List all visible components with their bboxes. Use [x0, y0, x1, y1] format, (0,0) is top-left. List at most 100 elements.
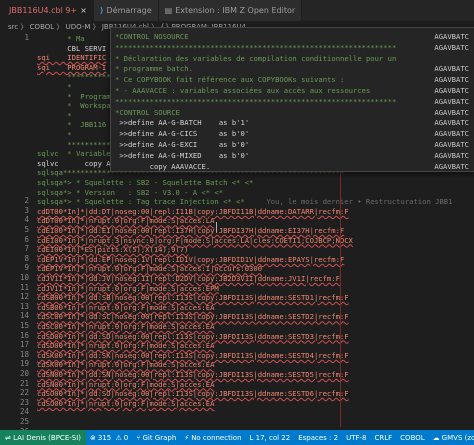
status-bar: ⇌ LAI Denis (BPCE-SI) ⊗ 315 ⚠ 0 ⑂ Git Gr… [0, 430, 474, 445]
error-icon: ⊗ [90, 433, 96, 442]
line-number: 17 [19, 340, 29, 350]
hover-line: >>define AA-G-BATCH as b'1' AGAVBATC [115, 117, 473, 128]
env-label: GMVS (zosmf) [441, 433, 474, 442]
hover-sequence: AGAVBATC [434, 42, 469, 52]
hover-sequence: AGAVBATC [434, 86, 469, 95]
tab-label: JBB116U4.cbl 9+ [9, 6, 78, 15]
vscode-icon: ⟩ [99, 6, 104, 15]
line-number: 7 [24, 244, 29, 254]
line-number: 3 [24, 205, 29, 215]
problems-indicator[interactable]: ⊗ 315 ⚠ 0 [86, 434, 132, 442]
warnings-count: 0 [123, 433, 129, 442]
hover-text: * Déclaration des variables de compilati… [115, 53, 397, 63]
language-mode[interactable]: COBOL [396, 430, 429, 445]
hover-line: * programme batch. AGAVBATC [115, 63, 473, 74]
line-number: 10 [19, 273, 29, 282]
cloud-icon: ☁ [432, 433, 440, 442]
line-number: 23 [19, 397, 29, 407]
hover-line: * Ce COPYBOOK fait référence aux COPYBOO… [115, 74, 473, 85]
line-number: 18 [19, 349, 29, 359]
cursor-position[interactable]: L 17, col 22 [246, 430, 295, 445]
hover-text: >>define AA-G-BATCH as b'1' [115, 118, 250, 128]
line-number: 6 [24, 234, 29, 244]
close-icon[interactable]: × [80, 6, 87, 15]
hover-text: >>define AA-G-MIXED as b'0' [115, 150, 250, 160]
git-graph-label: Git Graph [142, 433, 177, 442]
connection-label: No connection [191, 433, 242, 442]
zowe-env[interactable]: ☁ GMVS (zosmf) [429, 430, 474, 445]
hover-line: *CONTROL NOSOURCE AGAVBATC [115, 31, 473, 42]
line-number: 22 [19, 388, 29, 398]
hover-sequence: AGAVBATC [434, 64, 469, 74]
hover-text: * programme batch. [115, 64, 193, 74]
remote-icon: ⇌ [5, 433, 14, 442]
hover-sequence: AGAVBATC [434, 32, 469, 41]
editor-tab-bar: JBB116U4.cbl 9+ × ⟩ Démarrage ▤ Extension : I… [0, 0, 474, 21]
hover-sequence: AGAVBATC [434, 129, 469, 139]
line-number: 9 [24, 263, 29, 273]
hover-sequence: AGAVBATC [434, 150, 469, 160]
line-number: 14 [19, 311, 29, 321]
code-token: cdSO00*In]*|nrupt:0|org:F|mode:S|acces:E… [37, 398, 215, 408]
hover-text: *CONTROL SOURCE [115, 107, 180, 117]
line-number: 11 [19, 282, 29, 292]
line-number: 19 [19, 359, 29, 369]
hover-text: copy AAAVACCE. [115, 161, 211, 171]
hover-sequence: AGAVBATC [434, 96, 469, 106]
line-number: 12 [19, 292, 29, 302]
tab-label: Extension : IBM Z Open Editor [175, 6, 296, 15]
hover-text: *CONTROL NOSOURCE [115, 32, 189, 41]
hover-sequence: AGAVBATC [434, 118, 469, 128]
warning-icon: ⚠ [113, 433, 122, 442]
hover-sequence: AGAVBATC [434, 75, 469, 85]
hover-line: ****************************************… [115, 42, 473, 53]
indent-spaces[interactable]: Espaces : 2 [294, 430, 342, 445]
copybook-hover-popup[interactable]: *CONTROL NOSOURCE AGAVBATC ***************… [110, 27, 474, 172]
encoding-selector[interactable]: UTF-8 [342, 430, 370, 445]
line-number: 20 [19, 369, 29, 378]
line-number: 15 [19, 321, 29, 330]
hover-text: >>define AA-G-EXCI as b'0' [115, 140, 250, 149]
hover-text: * - AAAVACCE : variables associées aux a… [115, 86, 371, 95]
plug-icon: ⚡ [184, 433, 190, 442]
git-graph-button[interactable]: ⑂ Git Graph [132, 434, 180, 442]
line-number: 2 [24, 196, 29, 206]
hover-line: *CONTROL SOURCE AGAVBATC [115, 107, 473, 118]
code-line[interactable]: cdSO00*In]*|nrupt:0|org:F|mode:S|acces:E… [37, 398, 214, 409]
hover-line: >>define AA-G-MIXED as b'0' AGAVBATC [115, 150, 473, 161]
line-number: 5 [24, 225, 29, 234]
hover-line: copy AAAVACCE. AGAVBATC [115, 161, 473, 171]
hover-sequence: AGAVBATC [434, 107, 469, 117]
hover-text: ****************************************… [115, 42, 397, 52]
tab-0[interactable]: JBB116U4.cbl 9+ × [0, 0, 94, 21]
hover-text: >>define AA-G-CICS as b'0' [115, 129, 250, 139]
connection-status[interactable]: ⚡ No connection [180, 434, 245, 442]
eol-selector[interactable]: CRLF [370, 430, 396, 445]
line-number: 13 [19, 301, 29, 311]
tab-1[interactable]: ⟩ Démarrage [93, 0, 159, 21]
problems-count: 315 [97, 433, 112, 442]
hover-line: * - AAAVACCE : variables associées aux a… [115, 85, 473, 96]
tab-label: Démarrage [106, 6, 152, 15]
line-number: 21 [19, 378, 29, 388]
hover-sequence: AGAVBATC [434, 161, 469, 171]
hover-line: ****************************************… [115, 96, 473, 107]
line-number: 8 [24, 253, 29, 263]
git-graph-icon: ⑂ [136, 433, 141, 442]
hover-line: >>define AA-G-CICS as b'0' AGAVBATC [115, 128, 473, 139]
user-label: LAI Denis (BPCE-SI) [13, 433, 82, 442]
line-number: 16 [19, 330, 29, 340]
hover-sequence: AGAVBATC [434, 140, 469, 149]
line-number: 25 [19, 417, 29, 426]
line-number: 4 [24, 215, 29, 225]
line-number: 24 [19, 407, 29, 417]
tab-2[interactable]: ▤ Extension : IBM Z Open Editor [158, 0, 303, 21]
line-number-gutter: 1 2 3 4 5 6 7 8 9 10 11 12 13 14 15 16 17 18 19 20 21 22 23 24 2… [0, 33, 33, 445]
line-number: 1 [24, 33, 29, 42]
hover-line: >>define AA-G-EXCI as b'0' AGAVBATC [115, 139, 473, 150]
hover-text: ****************************************… [115, 96, 397, 106]
text-cursor [216, 222, 217, 232]
remote-user-indicator[interactable]: ⇌ LAI Denis (BPCE-SI) [0, 430, 87, 445]
hover-text: * Ce COPYBOOK fait référence aux COPYBOO… [115, 75, 345, 85]
extension-icon: ▤ [164, 6, 173, 15]
